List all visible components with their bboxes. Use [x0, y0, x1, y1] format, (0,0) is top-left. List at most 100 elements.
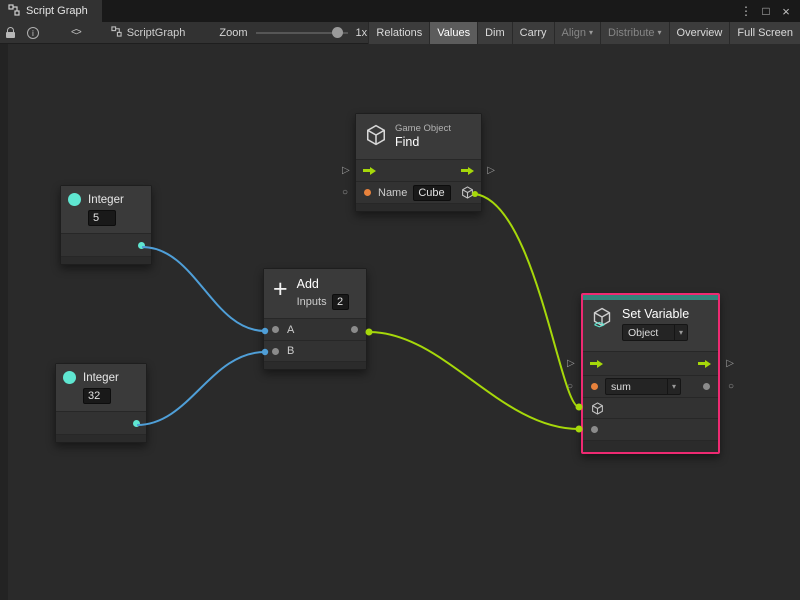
inputs-count-field[interactable]: 2 [332, 294, 349, 310]
wire-find-to-setvariable-object[interactable] [475, 194, 579, 407]
string-port-dot[interactable] [364, 189, 371, 196]
window-controls: ⋮ □ × [736, 0, 800, 22]
toolbar-button-group: Relations Values Dim Carry Align ▾ Distr… [368, 22, 800, 44]
node-header: Integer 5 [61, 186, 151, 233]
node-footer [56, 434, 146, 442]
name-port-row: ○ Name Cube [356, 181, 481, 203]
chevron-down-icon: ▾ [679, 328, 683, 337]
value-input-port[interactable]: ○ [342, 188, 348, 198]
titlebar: Script Graph ⋮ □ × [0, 0, 800, 22]
tab-title: Script Graph [26, 5, 88, 17]
flow-output-port[interactable]: ▷ [487, 166, 495, 176]
value-input-port[interactable]: ○ [567, 382, 573, 392]
node-footer [61, 256, 151, 264]
input-b-port-dot[interactable] [272, 348, 279, 355]
node-set-variable[interactable]: <> Set Variable Object ▾ ▷ ▷ ○ [581, 293, 720, 454]
variable-name-value: sum [606, 381, 636, 393]
flow-output-port[interactable]: ▷ [726, 359, 734, 369]
output-port-dot[interactable] [133, 420, 140, 427]
scope-value: Object [623, 327, 663, 339]
port-row [56, 411, 146, 434]
fullscreen-button[interactable]: Full Screen [729, 22, 800, 44]
node-integer-2[interactable]: Integer 32 [55, 363, 147, 443]
port-row [61, 233, 151, 256]
graph-canvas[interactable]: Integer 5 Integer 32 [0, 44, 800, 600]
add-icon: + [273, 277, 288, 302]
chevron-down-icon: ▾ [672, 382, 676, 391]
integer-type-icon [68, 193, 81, 206]
graph-icon [8, 4, 20, 19]
output-port-dot[interactable] [703, 383, 710, 390]
dim-button[interactable]: Dim [477, 22, 512, 44]
node-footer [264, 361, 366, 369]
flow-out-arrow-icon[interactable] [698, 360, 711, 368]
node-title: Integer [83, 372, 119, 384]
tab-script-graph[interactable]: Script Graph [0, 0, 102, 22]
values-button[interactable]: Values [429, 22, 477, 44]
distribute-button[interactable]: Distribute ▾ [600, 22, 668, 44]
variable-scope-dropdown[interactable]: Object ▾ [622, 324, 688, 341]
carry-button[interactable]: Carry [512, 22, 554, 44]
graph-toolbar: i <> ScriptGraph Zoom 1x Relations Value… [0, 22, 800, 44]
info-icon[interactable]: i [21, 22, 45, 44]
window-menu-icon[interactable]: ⋮ [736, 0, 756, 22]
node-title: Integer [88, 194, 124, 206]
gameobject-cube-icon [365, 124, 387, 149]
input-a-port-dot[interactable] [272, 326, 279, 333]
overview-button[interactable]: Overview [669, 22, 730, 44]
canvas-left-edge [0, 44, 8, 600]
edit-code-icon[interactable]: <> [71, 27, 81, 38]
flow-input-port[interactable]: ▷ [342, 166, 350, 176]
node-header: Game Object Find [356, 114, 481, 159]
node-integer-1[interactable]: Integer 5 [60, 185, 152, 265]
zoom-slider-knob[interactable] [332, 27, 343, 38]
name-value-field[interactable]: Cube [413, 185, 451, 201]
relations-button[interactable]: Relations [368, 22, 429, 44]
gameobject-input-port-icon[interactable] [591, 402, 604, 415]
wire-integer5-to-add-a[interactable] [142, 247, 265, 331]
output-port-dot[interactable] [351, 326, 358, 333]
node-add[interactable]: + Add Inputs 2 A B [263, 268, 367, 370]
flow-in-arrow-icon[interactable] [363, 167, 376, 175]
breadcrumb-graph-name: ScriptGraph [127, 27, 186, 39]
gameobject-output-port-icon[interactable] [461, 186, 474, 199]
variable-cube-icon: <> [592, 307, 614, 329]
value-input-port-dot[interactable] [591, 426, 598, 433]
node-category: Game Object [395, 123, 451, 134]
chevron-down-icon: ▾ [658, 28, 662, 37]
node-footer [356, 203, 481, 211]
window-maximize-icon[interactable]: □ [756, 0, 776, 22]
node-gameobject-find[interactable]: Game Object Find ▷ ▷ ○ Name Cube [355, 113, 482, 212]
port-label: Name [378, 187, 407, 199]
script-graph-icon [111, 26, 122, 40]
variable-name-dropdown[interactable]: sum ▾ [605, 378, 681, 395]
node-title: Find [395, 135, 451, 149]
align-button[interactable]: Align ▾ [554, 22, 600, 44]
wire-integer32-to-add-b[interactable] [137, 352, 265, 425]
value-port-row [583, 418, 718, 440]
integer-value-field[interactable]: 32 [83, 388, 111, 404]
flow-in-arrow-icon[interactable] [590, 360, 603, 368]
script-graph-window: Script Graph ⋮ □ × i <> ScriptGraph [0, 0, 800, 600]
flow-input-port[interactable]: ▷ [567, 359, 575, 369]
flow-port-row: ▷ ▷ [356, 159, 481, 181]
wire-add-to-setvariable-value[interactable] [369, 332, 579, 429]
input-b-label: B [287, 345, 294, 357]
value-output-port[interactable]: ○ [728, 382, 734, 392]
window-close-icon[interactable]: × [776, 0, 796, 22]
flow-out-arrow-icon[interactable] [461, 167, 474, 175]
chevron-down-icon: ▾ [589, 28, 593, 37]
breadcrumb[interactable]: ScriptGraph [111, 26, 186, 40]
variable-name-row: ○ sum ▾ ○ [583, 375, 718, 397]
input-a-row: A [264, 318, 366, 340]
zoom-slider[interactable] [256, 32, 348, 34]
lock-icon[interactable] [0, 22, 21, 44]
gameobject-port-row [583, 397, 718, 418]
output-port-dot[interactable] [138, 242, 145, 249]
node-header: + Add Inputs 2 [264, 269, 366, 318]
string-port-dot[interactable] [591, 383, 598, 390]
integer-value-field[interactable]: 5 [88, 210, 116, 226]
variable-brackets-icon: <> [594, 320, 604, 331]
inputs-label: Inputs [297, 296, 327, 308]
integer-type-icon [63, 371, 76, 384]
